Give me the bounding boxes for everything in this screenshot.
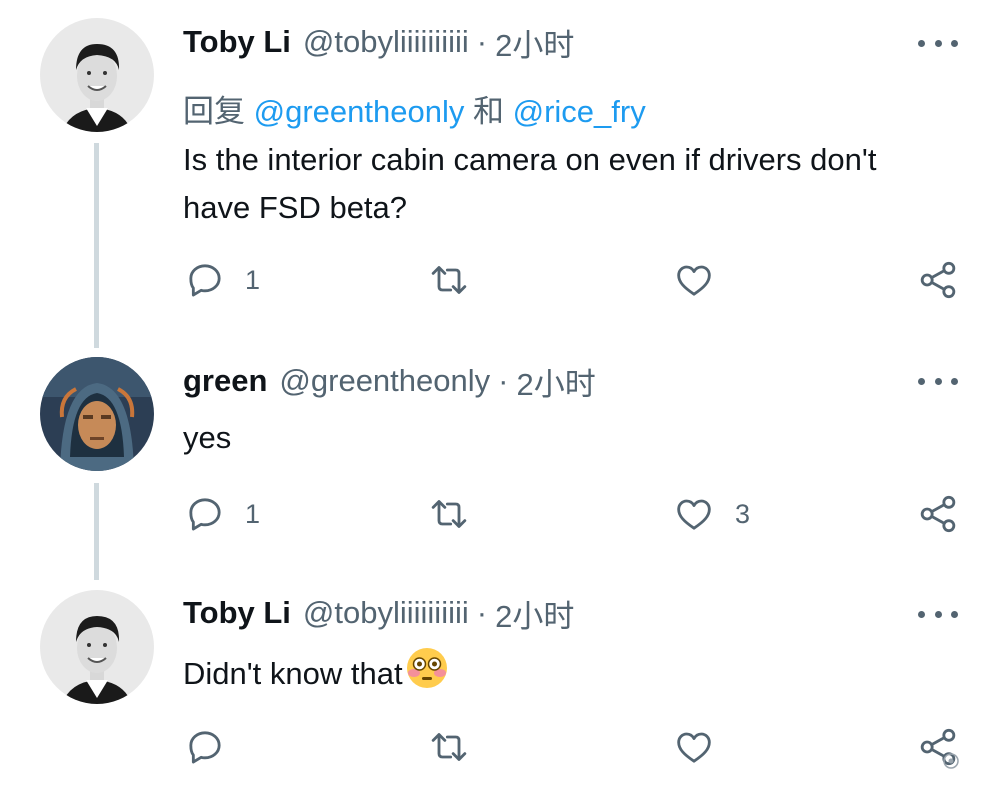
flushed-face-emoji-icon	[405, 646, 449, 704]
avatar-green[interactable]	[40, 357, 154, 471]
mention-link-rice-fry[interactable]: @rice_fry	[513, 94, 646, 129]
tweet-text: Didn't know that	[183, 656, 403, 691]
separator-dot: ·	[476, 595, 488, 630]
share-icon	[920, 495, 956, 533]
author-handle[interactable]: @tobyliiiiiiiiii	[303, 24, 469, 60]
like-icon	[677, 732, 711, 763]
share-button[interactable]	[918, 494, 958, 534]
author-name[interactable]: Toby Li	[183, 595, 291, 631]
reply-icon	[189, 731, 221, 764]
reply-button[interactable]	[185, 727, 245, 767]
like-button[interactable]: 3	[673, 494, 750, 534]
retweet-icon	[431, 500, 467, 528]
thread-line	[94, 143, 99, 348]
reply-button[interactable]: 1	[185, 260, 260, 300]
tweet-header: Toby Li @tobyliiiiiiiiii · 2小时	[183, 591, 574, 635]
like-icon	[677, 499, 711, 530]
reply-prefix: 回复	[183, 94, 245, 129]
timestamp[interactable]: 2小时	[516, 359, 595, 404]
mention-link-greentheonly[interactable]: @greentheonly	[254, 94, 465, 129]
reply-icon	[189, 498, 221, 531]
more-options-icon[interactable]	[918, 371, 958, 391]
reply-count: 1	[245, 264, 261, 295]
like-button[interactable]	[673, 727, 735, 767]
share-button[interactable]	[918, 260, 958, 300]
thread-line	[94, 483, 99, 580]
timestamp[interactable]: 2小时	[495, 20, 574, 65]
tweet-text: yes	[183, 420, 232, 455]
tweet-text: Is the interior cabin camera on even if …	[183, 142, 877, 225]
separator-dot: ·	[476, 24, 488, 59]
retweet-button[interactable]	[427, 727, 471, 767]
avatar-photo	[40, 590, 154, 704]
retweet-icon	[431, 266, 467, 294]
like-icon	[677, 265, 711, 296]
tweet-header: Toby Li @tobyliiiiiiiiii · 2小时	[183, 20, 574, 64]
reply-button[interactable]: 1	[185, 494, 260, 534]
author-handle[interactable]: @greentheonly	[279, 363, 490, 399]
more-options-icon[interactable]	[918, 604, 958, 624]
tweet-text-container: Didn't know that	[183, 646, 903, 704]
replying-to: 回复 @greentheonly 和 @rice_fry	[183, 86, 646, 131]
like-button[interactable]	[673, 260, 735, 300]
separator-dot: ·	[498, 363, 509, 398]
author-name[interactable]: Toby Li	[183, 24, 291, 60]
share-icon	[920, 261, 956, 299]
reply-icon	[189, 264, 221, 297]
avatar-toby-li[interactable]	[40, 18, 154, 132]
retweet-button[interactable]	[427, 494, 471, 534]
watermark-logo-icon	[942, 752, 960, 770]
more-options-icon[interactable]	[918, 33, 958, 53]
avatar-toby-li[interactable]	[40, 590, 154, 704]
like-count: 3	[735, 498, 751, 529]
avatar-photo	[40, 18, 154, 132]
avatar-photo	[40, 357, 154, 471]
timestamp[interactable]: 2小时	[495, 591, 574, 636]
retweet-button[interactable]	[427, 260, 471, 300]
author-name[interactable]: green	[183, 363, 267, 399]
retweet-icon	[431, 733, 467, 761]
reply-count: 1	[245, 498, 261, 529]
tweet-header: green @greentheonly · 2小时	[183, 359, 596, 403]
reply-conjunction: 和	[472, 94, 504, 129]
author-handle[interactable]: @tobyliiiiiiiiii	[303, 595, 469, 631]
